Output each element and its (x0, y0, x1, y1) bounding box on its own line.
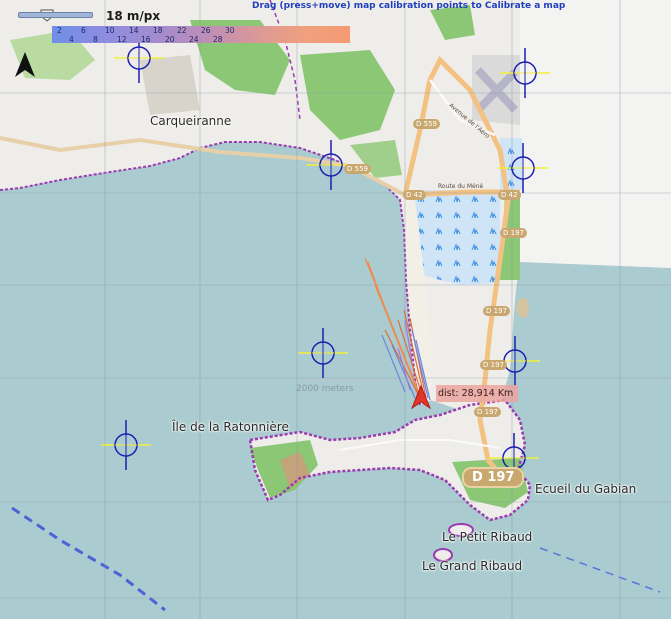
road-badge: D 197 (483, 306, 510, 316)
instruction-text: Drag (press+move) map calibration points… (252, 1, 566, 11)
legend-value: 16 (141, 35, 151, 44)
road-badge: D 42 (403, 190, 426, 200)
road-badge: D 559 (344, 164, 371, 174)
islet (517, 298, 529, 318)
road-badge: D 197 (474, 407, 501, 417)
legend-value: 2 (57, 26, 62, 35)
road-badge: D 197 (500, 228, 527, 238)
land-east (520, 0, 671, 268)
road-badge: D 42 (498, 190, 521, 200)
place-label-ratonniere: Île de la Ratonnière (172, 420, 289, 434)
legend-value: 22 (177, 26, 187, 35)
legend-value: 4 (69, 35, 74, 44)
place-label-ecueil-gabian: Ecueil du Gabian (535, 482, 637, 496)
place-label-grand-ribaud: Le Grand Ribaud (422, 559, 523, 573)
map-viewport[interactable]: 18 m/px Drag (press+move) map calibratio… (0, 0, 671, 619)
legend-value: 12 (117, 35, 127, 44)
road-name: Route du Méné (438, 183, 484, 190)
legend-value: 26 (201, 26, 211, 35)
legend-value: 6 (81, 26, 86, 35)
legend-value: 8 (93, 35, 98, 44)
zoom-slider[interactable] (18, 12, 93, 18)
legend-value: 30 (225, 26, 235, 35)
distance-label: dist: 28,914 Km (436, 385, 518, 402)
map-canvas[interactable] (0, 0, 671, 619)
road-badge-large: D 197 (462, 467, 525, 488)
road-badge: D 559 (413, 119, 440, 129)
legend-value: 10 (105, 26, 115, 35)
depth-legend: 2 6 10 14 18 22 26 30 4 8 12 16 20 24 28 (52, 26, 350, 44)
scalebar-label: 2000 meters (296, 384, 354, 394)
legend-value: 20 (165, 35, 175, 44)
legend-value: 24 (189, 35, 199, 44)
legend-value: 18 (153, 26, 163, 35)
road-badge: D 197 (480, 360, 507, 370)
legend-value: 28 (213, 35, 223, 44)
salt-pans (413, 190, 500, 285)
place-label-petit-ribaud: Le Petit Ribaud (442, 530, 533, 544)
legend-value: 14 (129, 26, 139, 35)
scale-label: 18 m/px (106, 9, 161, 23)
place-label-carqueiranne: Carqueiranne (150, 114, 232, 128)
